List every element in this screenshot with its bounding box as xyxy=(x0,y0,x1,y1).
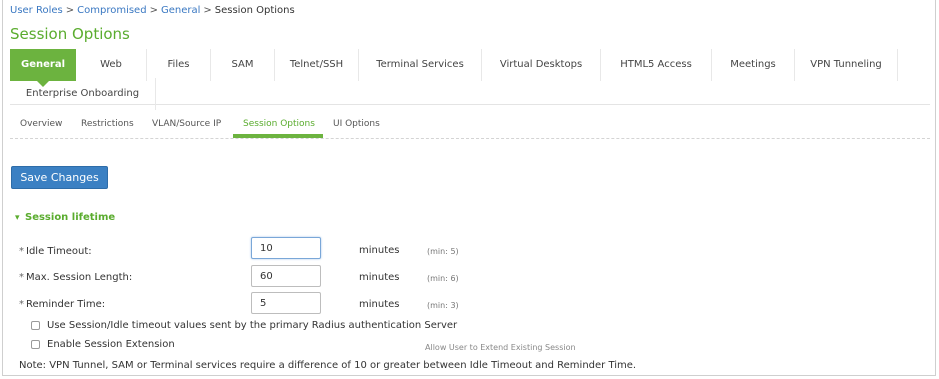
field-label-text: Reminder Time: xyxy=(26,299,106,310)
required-mark: * xyxy=(19,299,24,310)
tab-virtual-desktops[interactable]: Virtual Desktops xyxy=(482,49,601,81)
breadcrumb: User Roles > Compromised > General > Session O… xyxy=(10,5,295,16)
sub-tabs: Overview Restrictions VLAN/Source IP Ses… xyxy=(10,115,930,139)
main-tabs: General Web Files SAM Telnet/SSH Termina… xyxy=(10,49,930,110)
chevron-down-icon: ▾ xyxy=(15,213,20,223)
tab-general[interactable]: General xyxy=(10,49,76,87)
max-session-length-hint: (min: 6) xyxy=(427,274,459,283)
subtab-overview[interactable]: Overview xyxy=(20,119,62,129)
required-mark: * xyxy=(19,246,24,257)
page-frame: User Roles > Compromised > General > Session O… xyxy=(2,0,936,376)
radius-timeout-checkbox-label: Use Session/Idle timeout values sent by … xyxy=(47,320,458,331)
breadcrumb-current: Session Options xyxy=(214,5,295,16)
tab-web[interactable]: Web xyxy=(76,49,147,81)
reminder-time-input[interactable] xyxy=(251,292,321,314)
breadcrumb-link-user-roles[interactable]: User Roles xyxy=(10,5,63,16)
reminder-time-hint: (min: 3) xyxy=(427,301,459,310)
extension-note: Allow User to Extend Existing Session xyxy=(425,343,576,352)
idle-timeout-unit: minutes xyxy=(359,245,400,256)
field-label-text: Max. Session Length: xyxy=(26,272,133,283)
subtab-ui-options[interactable]: UI Options xyxy=(333,119,380,129)
save-changes-button[interactable]: Save Changes xyxy=(11,166,108,189)
subtab-restrictions[interactable]: Restrictions xyxy=(81,119,134,129)
section-title: Session lifetime xyxy=(25,212,116,223)
tab-html5-access[interactable]: HTML5 Access xyxy=(601,49,712,81)
tab-telnet-ssh[interactable]: Telnet/SSH xyxy=(275,49,359,81)
idle-timeout-input[interactable] xyxy=(251,237,321,259)
max-session-length-input[interactable] xyxy=(251,265,321,287)
breadcrumb-separator: > xyxy=(149,5,158,16)
section-header-session-lifetime[interactable]: ▾ Session lifetime xyxy=(15,212,115,223)
breadcrumb-link-general[interactable]: General xyxy=(161,5,200,16)
tab-meetings[interactable]: Meetings xyxy=(712,49,795,81)
page-title: Session Options xyxy=(10,25,130,43)
max-session-length-unit: minutes xyxy=(359,272,400,283)
breadcrumb-separator: > xyxy=(65,5,75,16)
session-extension-checkbox-label: Enable Session Extension xyxy=(47,339,175,350)
session-extension-checkbox[interactable] xyxy=(31,340,40,349)
idle-timeout-label: * Idle Timeout: xyxy=(19,246,92,257)
reminder-time-label: * Reminder Time: xyxy=(19,299,105,310)
reminder-time-unit: minutes xyxy=(359,299,400,310)
max-session-length-label: * Max. Session Length: xyxy=(19,272,132,283)
required-mark: * xyxy=(19,272,24,283)
footnote: Note: VPN Tunnel, SAM or Terminal servic… xyxy=(19,360,637,371)
tab-sam[interactable]: SAM xyxy=(211,49,275,81)
subtab-session-options[interactable]: Session Options xyxy=(243,119,315,129)
field-label-text: Idle Timeout: xyxy=(26,246,92,257)
tab-vpn-tunneling[interactable]: VPN Tunneling xyxy=(795,49,898,81)
breadcrumb-link-compromised[interactable]: Compromised xyxy=(77,5,146,16)
breadcrumb-separator: > xyxy=(203,5,212,16)
radius-timeout-checkbox[interactable] xyxy=(31,321,40,330)
active-subtab-indicator xyxy=(233,134,323,138)
tab-terminal-services[interactable]: Terminal Services xyxy=(359,49,482,81)
idle-timeout-hint: (min: 5) xyxy=(427,247,459,256)
tab-files[interactable]: Files xyxy=(147,49,211,81)
subtab-vlan-source-ip[interactable]: VLAN/Source IP xyxy=(152,119,221,129)
tab-enterprise-onboarding[interactable]: Enterprise Onboarding xyxy=(10,78,156,110)
